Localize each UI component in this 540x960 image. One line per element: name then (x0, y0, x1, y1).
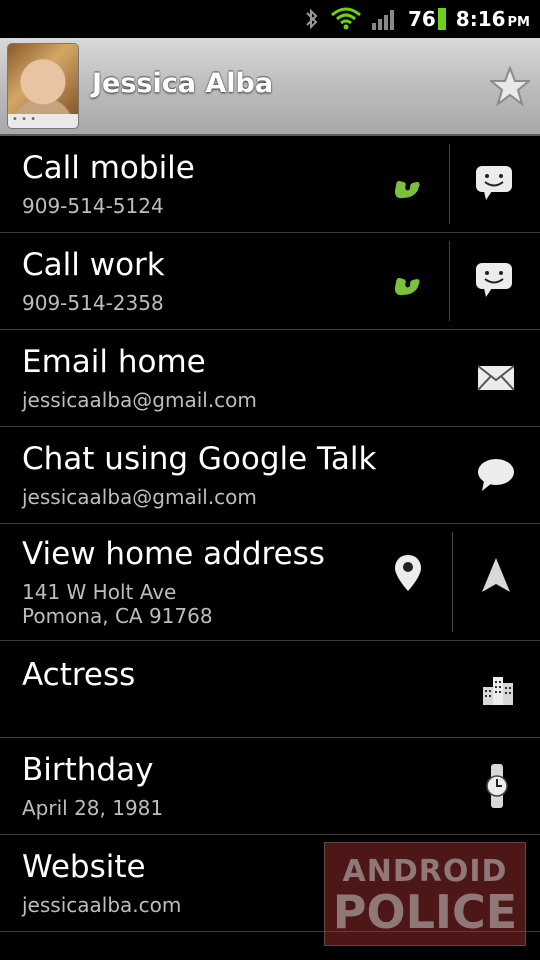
divider (452, 532, 453, 632)
row-secondary: jessicaalba.com (22, 893, 182, 917)
clock: 8:16 PM (456, 7, 530, 31)
divider (449, 144, 450, 224)
row-secondary: 141 W Holt Ave (22, 580, 177, 604)
list-item-organization[interactable]: Actress (0, 641, 540, 738)
row-primary: Call work (22, 247, 165, 283)
avatar[interactable]: • • • (8, 44, 78, 128)
sms-icon[interactable] (472, 261, 518, 301)
watermark-line1: ANDROID (342, 853, 508, 889)
wifi-icon (330, 7, 362, 31)
list-item-chat[interactable]: Chat using Google Talk jessicaalba@gmail… (0, 427, 540, 524)
clock-time: 8:16 (455, 7, 506, 31)
contact-name: Jessica Alba (92, 68, 274, 99)
list-item-call-work[interactable]: Call work 909-514-2358 (0, 233, 540, 330)
contact-detail-list: Call mobile 909-514-5124 Call work 909-5… (0, 136, 540, 932)
row-primary: Birthday (22, 752, 154, 788)
row-secondary-2: Pomona, CA 91768 (22, 604, 213, 628)
phone-icon[interactable] (382, 162, 430, 206)
buildings-icon (478, 671, 518, 707)
clock-ampm: PM (507, 15, 530, 30)
row-primary: Call mobile (22, 150, 195, 186)
row-secondary: jessicaalba@gmail.com (22, 485, 257, 509)
avatar-quick-contact-strip: • • • (8, 114, 78, 128)
row-secondary: jessicaalba@gmail.com (22, 388, 257, 412)
list-item-email-home[interactable]: Email home jessicaalba@gmail.com (0, 330, 540, 427)
row-primary: Email home (22, 344, 206, 380)
row-primary: View home address (22, 536, 325, 572)
envelope-icon[interactable] (474, 362, 518, 394)
bluetooth-icon (304, 7, 320, 31)
star-icon[interactable] (488, 65, 532, 107)
navigation-arrow-icon[interactable] (474, 554, 518, 596)
battery-level: 76 (407, 7, 436, 31)
row-secondary: 909-514-2358 (22, 291, 164, 315)
watch-icon (480, 762, 514, 810)
chat-bubble-icon[interactable] (474, 455, 518, 495)
contact-header: • • • Jessica Alba (0, 38, 540, 136)
watermark-logo: ANDROID POLICE (324, 842, 526, 946)
battery-icon (437, 8, 446, 30)
row-primary: Chat using Google Talk (22, 441, 377, 477)
signal-icon (371, 8, 398, 30)
row-secondary: 909-514-5124 (22, 194, 164, 218)
list-item-birthday[interactable]: Birthday April 28, 1981 (0, 738, 540, 835)
list-item-address[interactable]: View home address 141 W Holt Ave Pomona,… (0, 524, 540, 641)
row-secondary: April 28, 1981 (22, 796, 164, 820)
row-primary: Actress (22, 657, 136, 693)
map-pin-icon[interactable] (388, 550, 428, 596)
phone-icon[interactable] (382, 259, 430, 303)
status-bar: 76 8:16 PM (0, 0, 540, 38)
row-primary: Website (22, 849, 146, 885)
sms-icon[interactable] (472, 164, 518, 204)
list-item-call-mobile[interactable]: Call mobile 909-514-5124 (0, 136, 540, 233)
watermark-line2: POLICE (332, 884, 518, 939)
divider (449, 241, 450, 321)
